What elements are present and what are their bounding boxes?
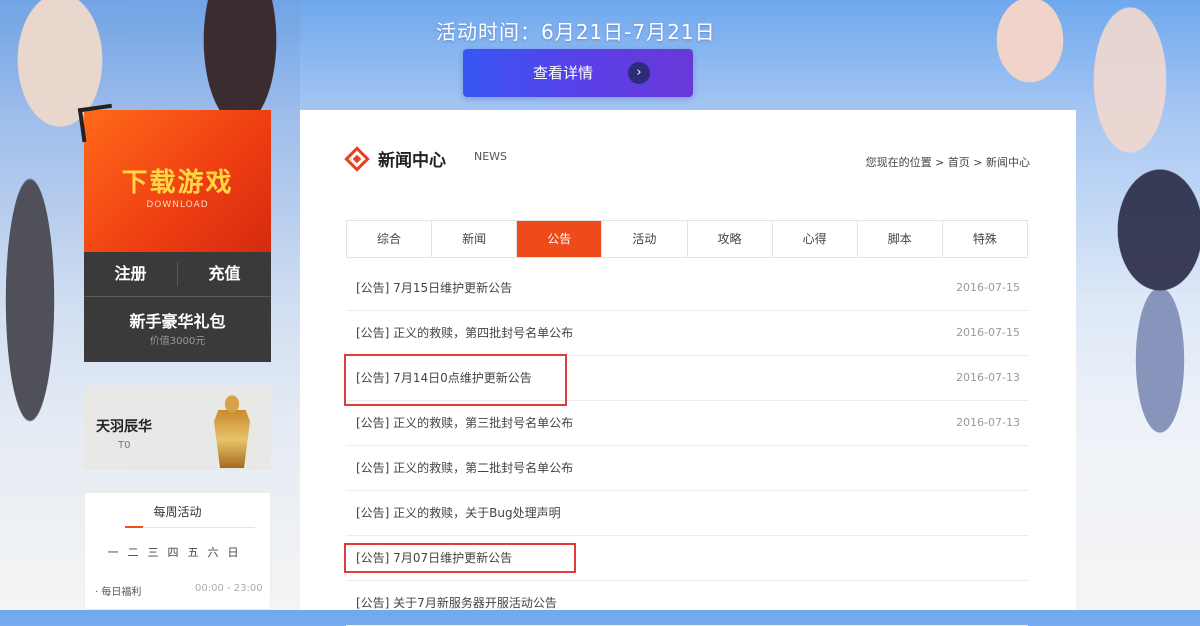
- corner-decoration: [77, 103, 117, 143]
- news-item[interactable]: [公告] 7月15日维护更新公告 2016-07-15: [346, 266, 1028, 311]
- promo-card[interactable]: 天羽辰华 T0: [84, 386, 271, 470]
- news-item-date: 2016-07-15: [956, 326, 1020, 339]
- news-item[interactable]: [公告] 正义的救赎，关于Bug处理声明: [346, 491, 1028, 536]
- page-title-en: NEWS: [474, 150, 508, 163]
- newbie-gift-button[interactable]: 新手豪华礼包: [84, 308, 271, 332]
- news-item-title[interactable]: [公告] 关于7月新服务器开服活动公告: [356, 581, 557, 625]
- news-item[interactable]: [公告] 正义的救赎，第四批封号名单公布 2016-07-15: [346, 311, 1028, 356]
- news-item-title[interactable]: [公告] 正义的救赎，第三批封号名单公布: [356, 401, 573, 445]
- news-item-date: 2016-07-13: [956, 416, 1020, 429]
- weekly-activities-panel: 每周活动 一二三四五六日 · 每日福利 00:00 - 23:00: [84, 492, 271, 610]
- news-item-title[interactable]: [公告] 正义的救赎，关于Bug处理声明: [356, 491, 561, 535]
- news-item-date: 2016-07-15: [956, 281, 1020, 294]
- account-panel: 注册 充值 新手豪华礼包 价值3000元: [84, 252, 271, 362]
- tab-guides[interactable]: 攻略: [688, 221, 773, 257]
- news-item-title[interactable]: [公告] 正义的救赎，第四批封号名单公布: [356, 311, 573, 355]
- news-item[interactable]: [公告] 正义的救赎，第三批封号名单公布 2016-07-13: [346, 401, 1028, 446]
- promo-subtitle: T0: [118, 440, 131, 451]
- tab-news[interactable]: 新闻: [432, 221, 518, 257]
- tab-special[interactable]: 特殊: [943, 221, 1027, 257]
- tab-scripts[interactable]: 脚本: [858, 221, 943, 257]
- news-category-tabs: 综合 新闻 公告 活动 攻略 心得 脚本 特殊: [346, 220, 1028, 258]
- view-details-label: 查看详情: [533, 64, 594, 82]
- download-game-subtitle: DOWNLOAD: [146, 200, 209, 210]
- weekday-tab[interactable]: 四: [163, 544, 183, 560]
- view-details-button[interactable]: 查看详情 ›: [463, 49, 693, 97]
- tab-announcement[interactable]: 公告: [517, 221, 603, 257]
- register-button[interactable]: 注册: [84, 252, 177, 296]
- register-recharge-row: 注册 充值: [84, 252, 271, 297]
- weekday-tab[interactable]: 一: [103, 544, 123, 560]
- news-item-title[interactable]: [公告] 正义的救赎，第二批封号名单公布: [356, 446, 573, 490]
- weekday-tabs: 一二三四五六日: [103, 541, 263, 560]
- diamond-icon: [344, 146, 370, 172]
- tab-insights[interactable]: 心得: [773, 221, 858, 257]
- weekday-tab[interactable]: 六: [203, 544, 223, 560]
- recharge-button[interactable]: 充值: [178, 252, 271, 296]
- breadcrumb[interactable]: 您现在的位置 > 首页 > 新闻中心: [866, 154, 1030, 170]
- weekly-activities-title: 每周活动: [153, 505, 202, 519]
- page-title: 新闻中心: [378, 151, 446, 171]
- tab-comprehensive[interactable]: 综合: [347, 221, 433, 257]
- right-character-artwork: [1060, 0, 1200, 610]
- weekly-activity-time: 00:00 - 23:00: [195, 583, 263, 594]
- highlight-box: [344, 354, 567, 406]
- weekday-tab[interactable]: 五: [183, 544, 203, 560]
- news-item[interactable]: [公告] 正义的救赎，第二批封号名单公布: [346, 446, 1028, 491]
- weekday-tab[interactable]: 日: [223, 544, 243, 560]
- news-item[interactable]: [公告] 关于7月新服务器开服活动公告: [346, 581, 1028, 626]
- news-item-date: 2016-07-13: [956, 371, 1020, 384]
- promo-title: 天羽辰华: [96, 419, 152, 435]
- divider: [125, 527, 255, 528]
- news-item-title[interactable]: [公告] 7月15日维护更新公告: [356, 266, 512, 310]
- chevron-right-icon: ›: [628, 62, 650, 84]
- newbie-gift-value: 价值3000元: [149, 336, 206, 347]
- download-game-title: 下载游戏: [121, 168, 234, 198]
- weekday-tab[interactable]: 三: [143, 544, 163, 560]
- weekly-activity-item[interactable]: · 每日福利: [95, 583, 141, 598]
- title-accent-bar: [125, 526, 143, 528]
- weekday-tab[interactable]: 二: [123, 544, 143, 560]
- highlight-box: [344, 543, 576, 573]
- golden-armor-figure: [214, 390, 250, 468]
- tab-events[interactable]: 活动: [602, 221, 688, 257]
- event-time-text: 活动时间：6月21日-7月21日: [436, 20, 716, 44]
